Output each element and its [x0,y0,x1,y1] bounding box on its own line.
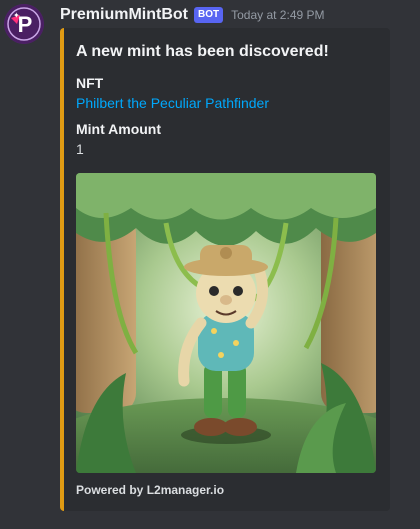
message-timestamp[interactable]: Today at 2:49 PM [231,8,324,22]
embed-title: A new mint has been discovered! [76,43,329,60]
bot-avatar[interactable]: P ✦ [4,4,44,44]
field-name-nft: NFT [76,75,104,91]
field-name-mint-amount: Mint Amount [76,121,162,137]
chat-message: P ✦ PremiumMintBot BOT Today at 2:49 PM … [0,0,420,529]
svg-text:✦: ✦ [13,11,20,20]
bot-username[interactable]: PremiumMintBot [60,6,188,24]
nft-illustration-icon [76,173,376,473]
avatar-letter: P [18,12,33,37]
bot-tag-badge: BOT [194,7,224,23]
nft-link[interactable]: Philbert the Peculiar Pathfinder [76,95,269,111]
embed-footer: Powered by L2manager.io [76,483,225,497]
message-header: PremiumMintBot BOT Today at 2:49 PM [60,4,325,26]
field-value-mint-amount: 1 [76,141,84,157]
field-value-nft: Philbert the Peculiar Pathfinder [76,95,269,111]
nft-character-image[interactable] [76,173,376,473]
mint-embed: A new mint has been discovered! NFT Phil… [60,28,390,511]
avatar-logo-icon: P ✦ [4,4,44,44]
